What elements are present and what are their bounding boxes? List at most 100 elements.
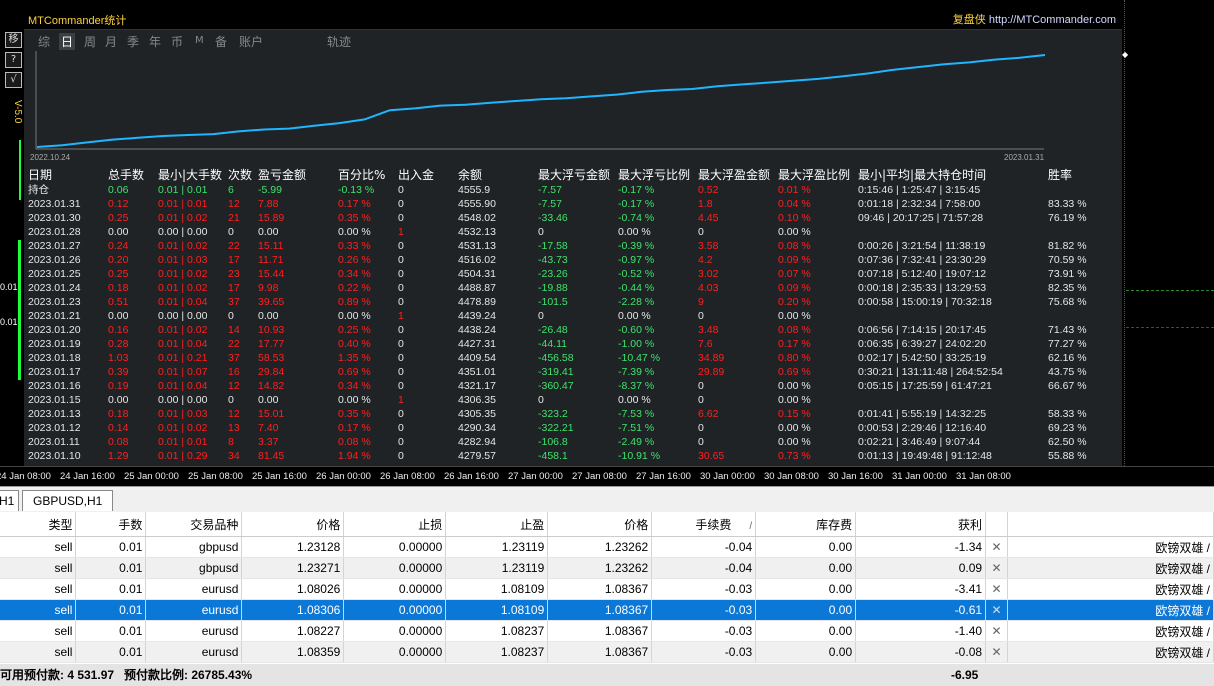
stats-row[interactable]: 2023.01.10 1.29 0.01 | 0.29 34 81.45 1.94 % 0 4…	[28, 449, 1108, 463]
order-tp: 1.08237	[445, 641, 549, 663]
close-order-icon[interactable]: ✕	[985, 578, 1009, 600]
stats-cell-lots: 0.25	[108, 268, 129, 280]
stats-row[interactable]: 2023.01.30 0.25 0.01 | 0.02 21 15.89 0.35 % 0 4…	[28, 211, 1108, 225]
header-profit[interactable]: 获利	[855, 512, 987, 537]
stats-cell-mfpp: 0.04 %	[778, 198, 811, 210]
close-order-icon[interactable]: ✕	[985, 641, 1009, 663]
stats-cell-n: 14	[228, 324, 240, 336]
stats-cell-bal: 4282.94	[458, 436, 496, 448]
order-type: sell	[0, 620, 77, 642]
close-order-icon[interactable]: ✕	[985, 557, 1009, 579]
order-row[interactable]: sell 0.01 gbpusd 1.23271 0.00000 1.23119 1.232…	[0, 557, 1214, 579]
stats-row[interactable]: 2023.01.18 1.03 0.01 | 0.21 37 58.53 1.35 % 0 4…	[28, 351, 1108, 365]
close-order-icon[interactable]: ✕	[985, 599, 1009, 621]
tab-month[interactable]: 月	[105, 33, 117, 50]
tab-gbpusd-h1[interactable]: GBPUSD,H1	[22, 490, 114, 511]
stats-row[interactable]: 2023.01.24 0.18 0.01 | 0.02 17 9.98 0.22 % 0 44…	[28, 281, 1108, 295]
order-type: sell	[0, 641, 77, 663]
stats-cell-mflp: -0.39 %	[618, 240, 655, 252]
stats-cell-time	[858, 225, 1048, 239]
stats-row[interactable]: 2023.01.12 0.14 0.01 | 0.02 13 7.40 0.17 % 0 42…	[28, 421, 1108, 435]
stats-row[interactable]: 2023.01.21 0.00 0.00 | 0.00 0 0.00 0.00 % 1 443…	[28, 309, 1108, 323]
grid-marker: ◆	[1122, 50, 1129, 59]
header-symbol[interactable]: 交易品种	[145, 512, 243, 537]
tab-chart-h1[interactable]: H1	[0, 490, 20, 511]
stats-cell-mfl: -101.5	[538, 296, 568, 308]
stats-row[interactable]: 2023.01.19 0.28 0.01 | 0.04 22 17.77 0.40 % 0 4…	[28, 337, 1108, 351]
stats-cell-time: 0:30:21 | 131:11:48 | 264:52:54	[858, 366, 1003, 378]
header-label: 止盈	[520, 517, 545, 532]
stats-cell-date: 2023.01.15	[28, 394, 81, 406]
price-chart[interactable]: 移 ? √ V-5.0 0.01 0.01 MTCommander统计 复盘侠 …	[0, 0, 1214, 486]
stats-row[interactable]: 2023.01.20 0.16 0.01 | 0.02 14 10.93 0.25 % 0 4…	[28, 323, 1108, 337]
stats-cell-lots: 0.08	[108, 436, 129, 448]
stats-cell-mfpp: 0.73 %	[778, 450, 811, 462]
stats-cell-io: 0	[398, 450, 404, 462]
order-row[interactable]: sell 0.01 eurusd 1.08227 0.00000 1.08237 1.083…	[0, 620, 1214, 642]
stats-cell-pct: 0.00 %	[338, 394, 371, 406]
header-label: 手续费	[695, 517, 732, 532]
stats-row[interactable]: 2023.01.17 0.39 0.01 | 0.07 16 29.84 0.69 % 0 4…	[28, 365, 1108, 379]
stats-cell-lots: 0.28	[108, 338, 129, 350]
order-type: sell	[0, 578, 77, 600]
stats-row[interactable]: 2023.01.31 0.12 0.01 | 0.01 12 7.88 0.17 % 0 45…	[28, 197, 1108, 211]
stats-row[interactable]: 2023.01.13 0.18 0.01 | 0.03 12 15.01 0.35 % 0 4…	[28, 407, 1108, 421]
stats-row[interactable]: 2023.01.26 0.20 0.01 | 0.03 17 11.71 0.26 % 0 4…	[28, 253, 1108, 267]
stats-cell-mfl: -26.48	[538, 324, 568, 336]
stats-row[interactable]: 2023.01.15 0.00 0.00 | 0.00 0 0.00 0.00 % 1 430…	[28, 393, 1108, 407]
stats-row[interactable]: 2023.01.27 0.24 0.01 | 0.02 22 15.11 0.33 % 0 4…	[28, 239, 1108, 253]
close-order-icon[interactable]: ✕	[985, 536, 1009, 558]
stats-row[interactable]: 2023.01.23 0.51 0.01 | 0.04 37 39.65 0.89 % 0 4…	[28, 295, 1108, 309]
move-button[interactable]: 移	[5, 32, 22, 48]
stats-row[interactable]: 持仓 0.06 0.01 | 0.01 6 -5.99 -0.13 % 0 4555.9 -7.…	[28, 183, 1108, 197]
tab-track[interactable]: 轨迹	[327, 33, 351, 50]
panel-titlebar[interactable]: MTCommander统计 复盘侠 http://MTCommander.com	[24, 9, 1122, 30]
header-sl[interactable]: 止损	[343, 512, 447, 537]
stats-cell-date: 2023.01.31	[28, 198, 81, 210]
stats-cell-mfp: 29.89	[698, 366, 725, 378]
stats-cell-bal: 4488.87	[458, 282, 496, 294]
site-link[interactable]: 复盘侠 http://MTCommander.com	[953, 11, 1116, 27]
check-button[interactable]: √	[5, 72, 22, 88]
header-price[interactable]: 价格	[241, 512, 345, 537]
orders-table: 类型 手数 交易品种 价格 止损 止盈 价格 手续费 / 库存费 获利 sell 0.01 gbpusd 1…	[0, 512, 1214, 663]
stats-cell-date: 2023.01.30	[28, 212, 81, 224]
header-commission[interactable]: 手续费 /	[651, 512, 757, 537]
stats-cell-minmax: 0.01 | 0.02	[158, 324, 208, 336]
tab-summary[interactable]: 综	[38, 33, 50, 50]
tab-currency[interactable]: 币	[171, 33, 183, 50]
stats-row[interactable]: 2023.01.16 0.19 0.01 | 0.04 12 14.82 0.34 % 0 4…	[28, 379, 1108, 393]
stats-cell-mfp: 6.62	[698, 408, 719, 420]
order-row[interactable]: sell 0.01 gbpusd 1.23128 0.00000 1.23119 1.232…	[0, 536, 1214, 558]
tab-day[interactable]: 日	[59, 33, 76, 50]
tab-quarter[interactable]: 季	[127, 33, 139, 50]
header-swap[interactable]: 库存费	[755, 512, 857, 537]
order-row[interactable]: sell 0.01 eurusd 1.08026 0.00000 1.08109 1.083…	[0, 578, 1214, 600]
stats-cell-bal: 4516.02	[458, 254, 496, 266]
help-button[interactable]: ?	[5, 52, 22, 68]
order-swap: 0.00	[755, 578, 857, 600]
tab-week[interactable]: 周	[84, 33, 96, 50]
tab-account[interactable]: 账户	[239, 33, 263, 50]
tab-backup[interactable]: 备	[215, 33, 227, 50]
stats-cell-mfl: 0	[538, 310, 544, 322]
close-order-icon[interactable]: ✕	[985, 620, 1009, 642]
stats-panel: MTCommander统计 复盘侠 http://MTCommander.com…	[24, 9, 1122, 466]
order-row[interactable]: sell 0.01 eurusd 1.08306 0.00000 1.08109 1.083…	[0, 599, 1214, 621]
stats-cell-mflp: -2.49 %	[618, 436, 655, 448]
panel-title: MTCommander统计	[28, 15, 127, 27]
order-sl: 0.00000	[343, 641, 447, 663]
stats-row[interactable]: 2023.01.11 0.08 0.01 | 0.01 8 3.37 0.08 % 0 428…	[28, 435, 1108, 449]
header-type[interactable]: 类型	[0, 512, 77, 537]
tab-year[interactable]: 年	[149, 33, 161, 50]
header-tp[interactable]: 止盈	[445, 512, 549, 537]
header-current-price[interactable]: 价格	[547, 512, 653, 537]
order-tp: 1.08109	[445, 599, 549, 621]
stats-row[interactable]: 2023.01.25 0.25 0.01 | 0.02 23 15.44 0.34 % 0 4…	[28, 267, 1108, 281]
stats-cell-mfp: 0	[698, 380, 704, 392]
stats-cell-mflp: -0.74 %	[618, 212, 655, 224]
header-lots[interactable]: 手数	[75, 512, 147, 537]
order-row[interactable]: sell 0.01 eurusd 1.08359 0.00000 1.08237 1.083…	[0, 641, 1214, 663]
tab-m[interactable]: M	[195, 35, 204, 46]
stats-row[interactable]: 2023.01.28 0.00 0.00 | 0.00 0 0.00 0.00 % 1 453…	[28, 225, 1108, 239]
